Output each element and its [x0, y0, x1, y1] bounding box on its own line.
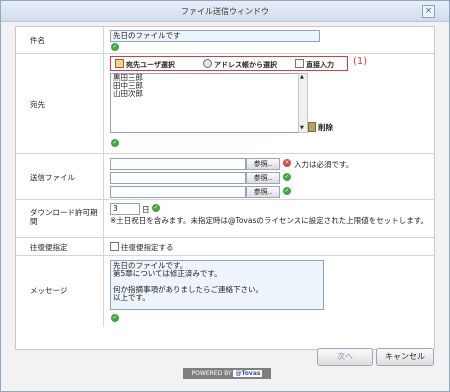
- message-label-cell: メッセージ: [16, 255, 104, 327]
- list-item[interactable]: 山田次郎: [111, 90, 299, 98]
- required-message: 入力は必須です。: [294, 160, 354, 169]
- title-bar: ファイル送信ウィンドウ ×: [1, 1, 449, 22]
- days-ok-icon: ✓: [152, 204, 160, 212]
- message-ok-icon: ✓: [111, 314, 119, 322]
- recipients-ok-icon: ✓: [111, 139, 119, 147]
- address-book-button[interactable]: アドレス帳から選択: [203, 59, 277, 69]
- user-select-label: 宛先ユーザ選択: [126, 61, 175, 69]
- message-label: メッセージ: [30, 286, 68, 295]
- subject-input[interactable]: 先日のファイルです: [110, 30, 320, 42]
- window-title: ファイル送信ウィンドウ: [181, 7, 269, 16]
- brand-logo: @Tovas: [233, 370, 263, 377]
- powered-by-badge: POWERED BY @Tovas: [183, 368, 271, 379]
- file-input-2[interactable]: [110, 172, 246, 184]
- recipients-label: 宛先: [30, 100, 45, 109]
- return-mail-label-cell: 往復便指定: [16, 237, 104, 255]
- browse-button-3[interactable]: 参照..: [246, 186, 280, 198]
- subject-label: 件名: [30, 36, 45, 45]
- delete-label: 削除: [318, 123, 333, 132]
- form-panel: 件名 先日のファイルです ✓ 宛先 宛先ユーザ選択 アドレス帳から選択 直接入力…: [15, 26, 435, 350]
- search-icon: [203, 59, 212, 68]
- direct-input-button[interactable]: 直接入力: [295, 59, 334, 69]
- browse-button-2[interactable]: 参照..: [246, 172, 280, 184]
- subject-row: 件名 先日のファイルです ✓: [16, 27, 434, 54]
- recipients-row: 宛先 宛先ユーザ選択 アドレス帳から選択 直接入力 (1) 黒田三郎 田中三郎 …: [16, 53, 434, 154]
- address-book-label: アドレス帳から選択: [214, 61, 277, 69]
- file-input-1[interactable]: [110, 158, 246, 170]
- message-line: 以上です。: [113, 293, 150, 302]
- recipients-label-cell: 宛先: [16, 53, 104, 153]
- powered-by-text: POWERED BY: [191, 370, 232, 377]
- annotation-label: (1): [353, 56, 368, 67]
- return-mail-checkbox-label[interactable]: 往復便指定する: [121, 242, 174, 253]
- recipient-buttons-group: 宛先ユーザ選択 アドレス帳から選択 直接入力: [110, 56, 348, 71]
- subject-ok-icon: ✓: [111, 43, 119, 51]
- close-icon[interactable]: ×: [422, 5, 435, 18]
- return-mail-row: 往復便指定 往復便指定する: [16, 237, 434, 256]
- scroll-down-icon[interactable]: ▼: [300, 126, 304, 131]
- next-button[interactable]: 次へ: [317, 348, 373, 366]
- file-2-ok-icon: ✓: [283, 173, 291, 181]
- download-note: ※土日祝日を含みます。未指定時は@Tovasのライセンスに設定された上限値をセッ…: [110, 216, 428, 225]
- send-files-label: 送信ファイル: [30, 173, 75, 182]
- recipient-list-scrollbar[interactable]: ▲ ▼: [298, 73, 308, 133]
- message-row: メッセージ 先日のファイルです。 第5章については修正済みです。 何か指摘事項が…: [16, 255, 434, 327]
- recipient-list[interactable]: 黒田三郎 田中三郎 山田次郎: [110, 73, 300, 133]
- user-select-button[interactable]: 宛先ユーザ選択: [115, 59, 175, 69]
- cancel-button[interactable]: キャンセル: [376, 348, 434, 366]
- file-input-3[interactable]: [110, 186, 246, 198]
- browse-button-1[interactable]: 参照..: [246, 158, 280, 170]
- scroll-up-icon[interactable]: ▲: [300, 75, 304, 80]
- error-icon: ×: [283, 159, 291, 167]
- download-days-input[interactable]: 3: [110, 203, 140, 215]
- subject-label-cell: 件名: [16, 27, 104, 53]
- message-line: 第5章については修正済みです。: [113, 269, 222, 278]
- return-mail-checkbox[interactable]: [110, 242, 119, 251]
- download-limit-label: ダウンロード許可期間: [30, 208, 98, 226]
- delete-button[interactable]: 削除: [308, 122, 333, 133]
- download-limit-row: ダウンロード許可期間 3 日 ✓ ※土日祝日を含みます。未指定時は@Tovasの…: [16, 199, 434, 238]
- file-send-window: ファイル送信ウィンドウ × 件名 先日のファイルです ✓ 宛先 宛先ユーザ選択 …: [0, 0, 450, 392]
- days-unit: 日: [142, 205, 150, 214]
- file-3-ok-icon: ✓: [283, 187, 291, 195]
- edit-icon: [295, 59, 304, 68]
- direct-input-label: 直接入力: [306, 61, 334, 69]
- trash-icon: [308, 122, 316, 132]
- send-files-label-cell: 送信ファイル: [16, 153, 104, 199]
- download-limit-label-cell: ダウンロード許可期間: [16, 199, 104, 237]
- send-files-row: 送信ファイル 参照.. × 入力は必須です。 参照.. ✓ 参照.. ✓: [16, 153, 434, 200]
- user-icon: [115, 59, 124, 68]
- return-mail-label: 往復便指定: [30, 243, 68, 252]
- message-textarea[interactable]: 先日のファイルです。 第5章については修正済みです。 何か指摘事項がありましたら…: [110, 260, 324, 310]
